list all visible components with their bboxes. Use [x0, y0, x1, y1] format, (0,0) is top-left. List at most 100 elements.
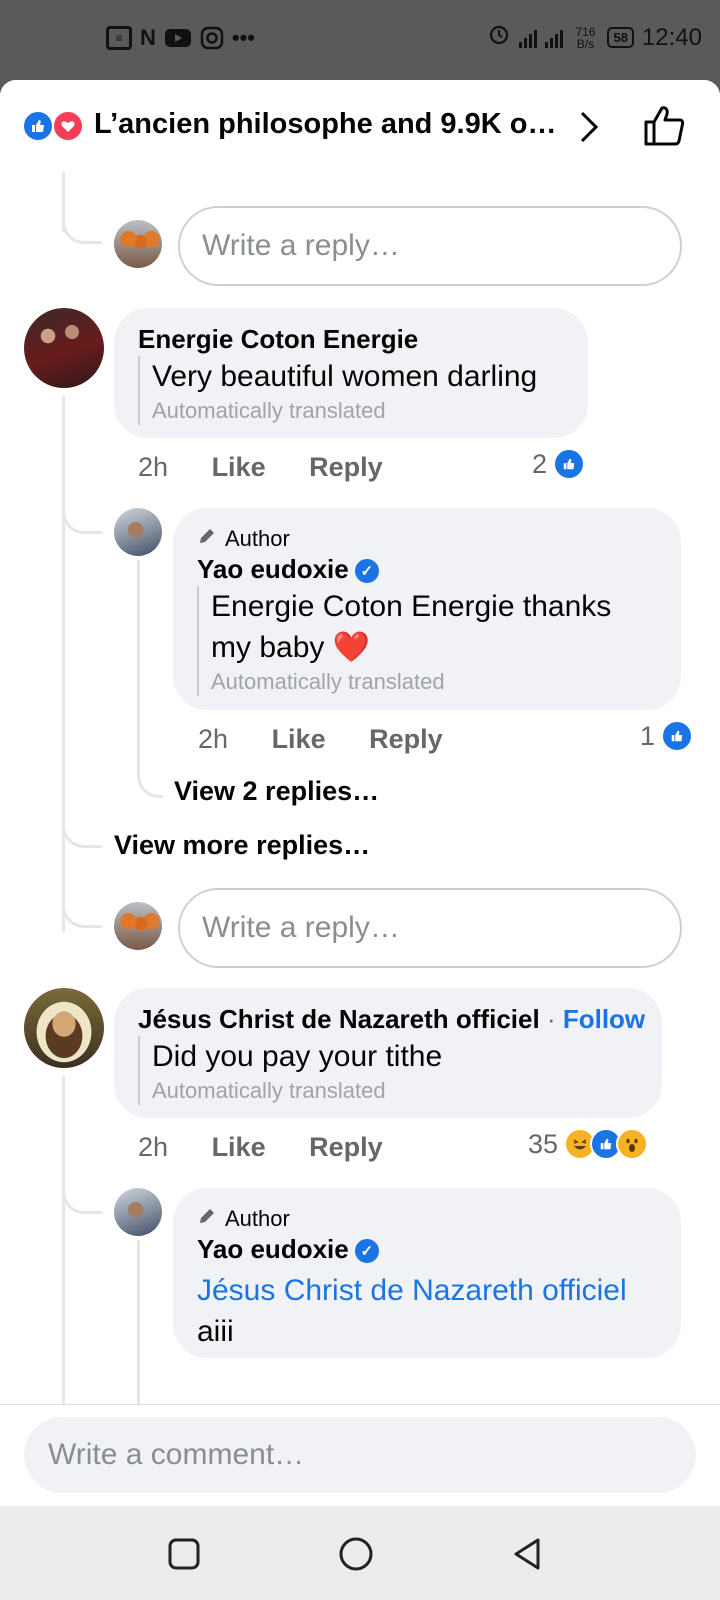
view-more-replies-link[interactable]: View more replies…	[114, 830, 370, 861]
reaction-count-value: 35	[528, 1128, 559, 1159]
reply-input[interactable]: Write a reply…	[178, 888, 682, 968]
reaction-count-value: 2	[532, 448, 548, 479]
translation-label[interactable]: Automatically translated	[152, 1077, 618, 1105]
verified-badge-icon: ✓	[354, 1239, 379, 1264]
thread-connector	[62, 900, 102, 928]
reply-button[interactable]: Reply	[309, 452, 383, 482]
reaction-icons	[564, 1128, 649, 1160]
heart-emoji: ❤️	[332, 631, 371, 664]
speed-unit: B/s	[576, 36, 595, 51]
reaction-count[interactable]: 2	[532, 448, 586, 480]
avatar[interactable]	[114, 1188, 162, 1236]
reply-text: Energie Coton Energie thanks my baby	[211, 590, 612, 664]
translation-label[interactable]: Automatically translated	[211, 668, 657, 696]
follow-button[interactable]: Follow	[563, 1004, 645, 1034]
like-button[interactable]: Like	[272, 724, 326, 754]
youtube-icon	[164, 24, 192, 52]
sheet-header: L’ancien philosophe and 9.9K o…	[0, 80, 720, 172]
comment-time: 2h	[138, 1132, 169, 1162]
notification-icons: ≡ N •••	[106, 24, 255, 52]
avatar[interactable]	[114, 508, 162, 556]
reply-button[interactable]: Reply	[369, 724, 443, 754]
comment-author[interactable]: Energie Coton Energie	[138, 324, 418, 355]
reply-author-row: Yao eudoxie ✓	[197, 1234, 379, 1265]
thread-line	[62, 1076, 65, 1406]
like-button[interactable]: Like	[212, 452, 266, 482]
thread-line	[62, 396, 65, 932]
reply-author-row: Yao eudoxie ✓	[197, 554, 379, 585]
author-tag-label: Author	[225, 526, 290, 551]
reply-bubble: Author Yao eudoxie ✓ Jésus Christ de Naza…	[173, 1188, 681, 1358]
comment-bubble: Energie Coton Energie Very beautiful wom…	[114, 308, 588, 438]
author-badge: Author	[197, 1206, 290, 1232]
thread-line	[137, 560, 140, 780]
comment-text: Did you pay your tithe	[152, 1040, 443, 1073]
signal-4g-icon	[519, 28, 538, 48]
thread-connector	[62, 820, 102, 848]
view-replies-link[interactable]: View 2 replies…	[174, 776, 379, 807]
comment-actions: 2h Like Reply	[138, 452, 419, 483]
news-icon: ≡	[106, 26, 132, 50]
reply-author[interactable]: Yao eudoxie	[197, 554, 349, 584]
comments-sheet: L’ancien philosophe and 9.9K o… Write a …	[0, 80, 720, 1505]
reply-text-block: Jésus Christ de Nazareth officiel aiii	[197, 1270, 627, 1352]
comment-header: Jésus Christ de Nazareth officiel · Foll…	[138, 1004, 645, 1035]
reply-quote: Energie Coton Energie thanks my baby ❤️ …	[197, 586, 657, 696]
reply-button[interactable]: Reply	[309, 1132, 383, 1162]
reactions-title[interactable]: L’ancien philosophe and 9.9K o…	[94, 108, 560, 141]
love-reaction-icon	[52, 110, 84, 142]
reaction-count-value: 1	[640, 720, 656, 751]
comment-composer: Write a comment…	[0, 1404, 720, 1506]
n-app-icon: N	[140, 25, 156, 50]
avatar[interactable]	[24, 308, 104, 388]
thread-connector	[62, 500, 102, 534]
thread-connector	[137, 770, 163, 798]
comment-input[interactable]: Write a comment…	[24, 1417, 696, 1493]
reply-bubble: Author Yao eudoxie ✓ Energie Coton Energi…	[173, 508, 681, 710]
more-icon: •••	[231, 25, 255, 50]
separator-dot: ·	[546, 1004, 556, 1034]
translation-label[interactable]: Automatically translated	[152, 397, 568, 425]
comment-text: Very beautiful women darling	[152, 360, 538, 393]
reply-input[interactable]: Write a reply…	[178, 206, 682, 286]
thread-connector	[62, 220, 102, 244]
reaction-summary[interactable]	[22, 110, 88, 144]
thread-connector	[62, 1180, 102, 1214]
reply-text: aiii	[197, 1315, 234, 1348]
thumbs-up-icon[interactable]	[642, 104, 686, 148]
comment-bubble: Jésus Christ de Nazareth officiel · Foll…	[114, 988, 662, 1118]
reply-author[interactable]: Yao eudoxie	[197, 1234, 349, 1264]
mention-link[interactable]: Jésus Christ de Nazareth officiel	[197, 1270, 627, 1311]
comment-quote: Did you pay your tithe Automatically tra…	[138, 1036, 618, 1105]
home-icon[interactable]	[338, 1536, 374, 1572]
pencil-icon	[197, 526, 217, 552]
battery-indicator: 58	[607, 27, 634, 48]
author-badge: Author	[197, 526, 290, 552]
avatar[interactable]	[24, 988, 104, 1068]
pencil-icon	[197, 1206, 217, 1232]
like-reaction-icon	[661, 720, 694, 752]
wow-reaction-icon	[616, 1128, 649, 1160]
comment-time: 2h	[138, 452, 169, 482]
avatar[interactable]	[114, 220, 162, 268]
back-icon[interactable]	[510, 1536, 546, 1572]
signal-icon	[545, 28, 564, 48]
recent-apps-icon[interactable]	[166, 1536, 202, 1572]
reply-time: 2h	[198, 724, 229, 754]
verified-badge-icon: ✓	[354, 559, 379, 584]
system-status: 716 B/s 58 12:40	[487, 22, 702, 53]
comment-quote: Very beautiful women darling Automatical…	[138, 356, 568, 425]
comment-author[interactable]: Jésus Christ de Nazareth officiel	[138, 1004, 540, 1034]
clock: 12:40	[641, 23, 702, 51]
reply-actions: 2h Like Reply	[198, 724, 479, 755]
avatar[interactable]	[114, 902, 162, 950]
like-button[interactable]: Like	[212, 1132, 266, 1162]
comment-actions: 2h Like Reply	[138, 1132, 419, 1163]
reaction-count[interactable]: 35	[528, 1128, 649, 1160]
reaction-count[interactable]: 1	[640, 720, 694, 752]
system-navigation-bar	[0, 1506, 720, 1600]
network-speed: 716 B/s	[571, 26, 599, 50]
chevron-right-icon[interactable]	[578, 110, 600, 150]
like-reaction-icon	[553, 448, 586, 480]
reply-text-block: Energie Coton Energie thanks my baby ❤️	[211, 586, 657, 668]
